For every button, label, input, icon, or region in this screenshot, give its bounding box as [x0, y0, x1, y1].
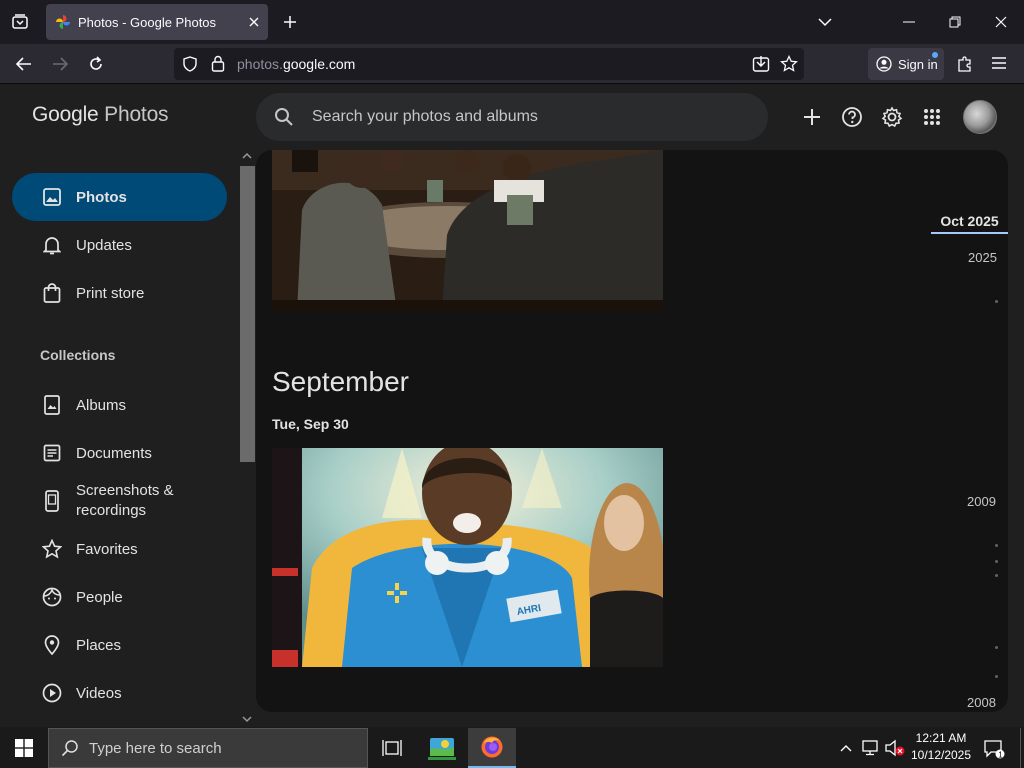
sidebar-item-label: Videos — [76, 684, 122, 702]
search-placeholder: Search your photos and albums — [312, 108, 538, 125]
back-arrow-icon[interactable] — [10, 50, 38, 78]
sidebar-item-people[interactable]: People — [12, 573, 227, 621]
sidebar-item-label: Updates — [76, 236, 132, 254]
sign-in-label: Sign in — [898, 56, 938, 72]
save-to-pocket-icon[interactable] — [752, 55, 770, 73]
sidebar-item-albums[interactable]: Albums — [12, 381, 227, 429]
sidebar-item-photos[interactable]: Photos — [12, 173, 227, 221]
close-window-icon[interactable] — [978, 6, 1024, 38]
google-apps-grid-icon[interactable] — [916, 101, 948, 133]
day-heading: Tue, Sep 30 — [272, 416, 349, 432]
lock-icon[interactable] — [211, 55, 225, 72]
forward-arrow-icon[interactable] — [46, 50, 74, 78]
taskbar-app-map-icon[interactable] — [418, 728, 466, 768]
timeline-marker — [995, 544, 998, 547]
windows-start-icon[interactable] — [0, 728, 48, 768]
restore-window-icon[interactable] — [932, 6, 978, 38]
photo-thumbnail[interactable] — [272, 150, 663, 312]
account-avatar[interactable] — [963, 100, 997, 134]
face-icon — [40, 585, 64, 609]
sidebar-item-favorites[interactable]: Favorites — [12, 525, 227, 573]
notification-dot — [932, 52, 938, 58]
scroll-down-chevron-icon[interactable] — [241, 713, 253, 725]
shield-icon[interactable] — [182, 56, 198, 72]
google-photos-favicon-icon — [56, 15, 70, 29]
url-text[interactable]: photos.google.com — [237, 56, 355, 72]
sidebar-item-label: Screenshots & — [76, 482, 174, 499]
timeline-marker — [995, 574, 998, 577]
taskbar-search-box[interactable]: Type here to search — [48, 728, 368, 768]
sidebar-item-print-store[interactable]: Print store — [12, 269, 227, 317]
sidebar-item-documents[interactable]: Documents — [12, 429, 227, 477]
sidebar-scrollbar-thumb[interactable] — [240, 166, 255, 462]
timeline-year[interactable]: 2008 — [967, 695, 996, 710]
list-all-tabs-chevron-icon[interactable] — [812, 10, 838, 34]
create-plus-icon[interactable] — [796, 101, 828, 133]
clock-date: 10/12/2025 — [910, 748, 972, 762]
help-icon[interactable] — [836, 101, 868, 133]
scroll-up-chevron-icon[interactable] — [241, 150, 253, 162]
search-icon — [275, 108, 293, 126]
tab-close-icon[interactable] — [240, 8, 268, 36]
sidebar-item-label: Albums — [76, 396, 127, 414]
sidebar-item-screenshots-recordings[interactable]: Screenshots & recordings — [12, 477, 227, 525]
phone-screenshot-icon — [40, 489, 64, 513]
settings-gear-icon[interactable] — [876, 101, 908, 133]
new-tab-icon[interactable] — [278, 10, 302, 34]
bell-icon — [40, 233, 64, 257]
minimize-window-icon[interactable] — [886, 6, 932, 38]
sidebar-item-label: Favorites — [76, 540, 138, 558]
bookmark-star-icon[interactable] — [780, 55, 798, 73]
taskbar-search-placeholder: Type here to search — [89, 739, 222, 757]
google-photos-logo[interactable]: Google Photos — [32, 103, 169, 127]
photo-thumbnail[interactable]: AHRI — [272, 448, 663, 667]
sidebar-item-label-line2: recordings — [76, 502, 147, 519]
taskbar-firefox-icon[interactable] — [468, 728, 516, 768]
timeline-year[interactable]: 2009 — [967, 494, 996, 509]
account-icon — [876, 56, 892, 72]
show-hidden-icons-chevron-icon[interactable] — [838, 736, 854, 760]
collections-header: Collections — [40, 347, 116, 363]
sidebar-item-label: Documents — [76, 444, 152, 462]
network-icon[interactable] — [860, 736, 882, 760]
star-icon — [40, 537, 64, 561]
shopping-bag-icon — [40, 281, 64, 305]
month-heading: September — [272, 366, 409, 397]
show-desktop-button[interactable] — [1020, 728, 1024, 768]
timeline-year[interactable]: 2025 — [968, 250, 997, 265]
sign-in-button[interactable]: Sign in — [868, 48, 944, 80]
document-icon — [40, 441, 64, 465]
search-icon — [61, 740, 78, 757]
tab-title: Photos - Google Photos — [78, 14, 217, 30]
sidebar-item-videos[interactable]: Videos — [12, 669, 227, 717]
search-box[interactable]: Search your photos and albums — [256, 93, 768, 141]
timeline-current-date[interactable]: Oct 2025 — [931, 210, 1008, 234]
clock-time: 12:21 AM — [915, 731, 967, 745]
notification-count: 1 — [998, 750, 1003, 759]
sidebar-item-label: Places — [76, 636, 122, 654]
sidebar-item-label: People — [76, 588, 123, 606]
action-center-notification-icon[interactable]: 1 — [982, 737, 1006, 761]
sidebar-item-places[interactable]: Places — [12, 621, 227, 669]
location-pin-icon — [40, 633, 64, 657]
extensions-puzzle-icon[interactable] — [956, 55, 974, 73]
image-icon — [40, 185, 64, 209]
system-clock[interactable]: 12:21 AM 10/12/2025 — [900, 730, 982, 766]
timeline-marker — [995, 646, 998, 649]
hamburger-menu-icon[interactable] — [992, 57, 1006, 69]
reload-icon[interactable] — [82, 50, 110, 78]
sidebar-item-label: Print store — [76, 284, 145, 302]
sidebar-item-updates[interactable]: Updates — [12, 221, 227, 269]
task-view-icon[interactable] — [368, 728, 416, 768]
album-icon — [40, 393, 64, 417]
browser-tab[interactable]: Photos - Google Photos — [46, 4, 268, 40]
tab-list-icon[interactable] — [6, 8, 34, 36]
sidebar-item-label: Photos — [76, 188, 127, 206]
timeline-marker — [995, 675, 998, 678]
timeline-marker — [995, 300, 998, 303]
timeline-marker — [995, 560, 998, 563]
play-circle-icon — [40, 681, 64, 705]
